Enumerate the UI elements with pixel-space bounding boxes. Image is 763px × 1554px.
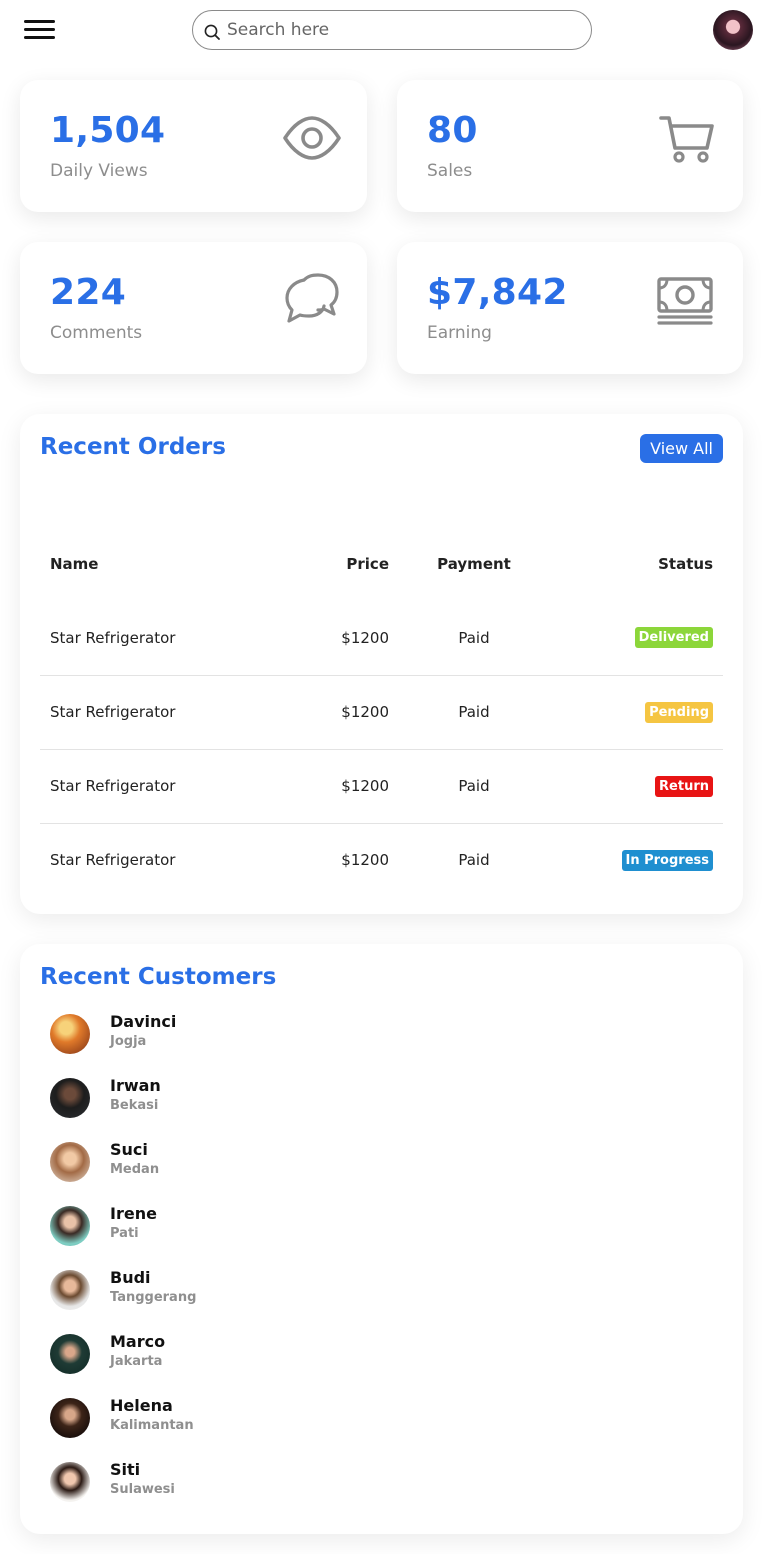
list-item[interactable]: Irwan Bekasi — [50, 1076, 450, 1128]
recent-customers-panel: Recent Customers Davinci Jogja Irwan Bek… — [20, 944, 743, 1534]
column-header-name: Name — [50, 555, 99, 573]
stat-value: 1,504 — [50, 110, 166, 151]
stat-label: Sales — [427, 161, 473, 181]
order-name: Star Refrigerator — [40, 601, 280, 676]
order-status-cell: Return — [559, 749, 723, 824]
column-header-price: Price — [346, 555, 389, 573]
list-item[interactable]: Marco Jakarta — [50, 1332, 450, 1384]
customer-city: Sulawesi — [110, 1482, 175, 1497]
search-icon — [204, 24, 220, 40]
search-input[interactable] — [227, 17, 577, 43]
stat-value: $7,842 — [427, 272, 568, 313]
stat-value: 224 — [50, 272, 127, 313]
list-item[interactable]: Helena Kalimantan — [50, 1396, 450, 1448]
avatar — [50, 1334, 90, 1374]
avatar — [50, 1398, 90, 1438]
order-status-cell: In Progress — [559, 823, 723, 897]
recent-orders-title: Recent Orders — [40, 434, 226, 460]
customer-name: Marco — [110, 1332, 166, 1351]
eye-icon — [283, 116, 341, 160]
stat-label: Earning — [427, 323, 492, 343]
stat-label: Comments — [50, 323, 143, 343]
table-row[interactable]: Star Refrigerator $1200 Paid Pending — [40, 675, 723, 750]
column-header-payment: Payment — [437, 555, 511, 573]
order-name: Star Refrigerator — [50, 851, 176, 870]
status-badge: Pending — [645, 701, 713, 723]
stat-card-sales: 80 Sales — [397, 80, 743, 212]
list-item[interactable]: Budi Tanggerang — [50, 1268, 450, 1320]
avatar — [50, 1142, 90, 1182]
order-price: $1200 — [280, 601, 389, 676]
customer-name: Helena — [110, 1396, 173, 1415]
avatar — [50, 1270, 90, 1310]
order-name: Star Refrigerator — [40, 749, 280, 824]
list-item[interactable]: Irene Pati — [50, 1204, 450, 1256]
stat-card-comments: 224 Comments — [20, 242, 367, 374]
table-row[interactable]: Star Refrigerator $1200 Paid Delivered — [40, 601, 723, 676]
list-item[interactable]: Davinci Jogja — [50, 1012, 450, 1064]
recent-orders-panel: Recent Orders View All Name Price Paymen… — [20, 414, 743, 914]
order-price: $1200 — [341, 851, 389, 870]
stat-value: 80 — [427, 110, 478, 151]
customer-city: Kalimantan — [110, 1418, 194, 1433]
customer-city: Medan — [110, 1162, 160, 1177]
order-payment: Paid — [458, 851, 490, 870]
status-badge: Return — [655, 775, 713, 797]
stat-label: Daily Views — [50, 161, 148, 181]
customer-name: Budi — [110, 1268, 151, 1287]
customer-city: Pati — [110, 1226, 139, 1241]
order-name: Star Refrigerator — [40, 675, 280, 750]
avatar — [50, 1014, 90, 1054]
order-status-cell: Pending — [559, 675, 723, 750]
order-payment: Paid — [389, 749, 559, 824]
status-badge: Delivered — [634, 627, 713, 649]
orders-table: Name Price Payment Status Star Refrigera… — [40, 527, 723, 897]
recent-customers-title: Recent Customers — [40, 964, 277, 990]
order-payment: Paid — [389, 675, 559, 750]
list-item[interactable]: Siti Sulawesi — [50, 1460, 450, 1512]
customer-name: Siti — [110, 1460, 141, 1479]
top-bar — [0, 0, 763, 60]
hamburger-menu-icon[interactable] — [24, 18, 56, 42]
avatar — [50, 1078, 90, 1118]
table-header-row: Name Price Payment Status — [40, 527, 723, 601]
order-price: $1200 — [280, 675, 389, 750]
customer-name: Davinci — [110, 1012, 177, 1031]
cash-icon — [657, 277, 713, 325]
user-avatar[interactable] — [713, 10, 753, 50]
view-all-button[interactable]: View All — [640, 434, 723, 463]
stat-card-daily-views: 1,504 Daily Views — [20, 80, 367, 212]
status-badge: In Progress — [621, 849, 713, 871]
table-row[interactable]: Star Refrigerator $1200 Paid In Progress — [40, 823, 723, 897]
customer-city: Jogja — [110, 1034, 147, 1049]
avatar — [50, 1206, 90, 1246]
order-payment: Paid — [389, 601, 559, 676]
table-row[interactable]: Star Refrigerator $1200 Paid Return — [40, 749, 723, 824]
order-status-cell: Delivered — [559, 601, 723, 676]
chat-bubbles-icon — [285, 273, 339, 323]
search-box[interactable] — [192, 10, 592, 50]
customer-name: Irwan — [110, 1076, 161, 1095]
customer-name: Irene — [110, 1204, 157, 1223]
order-price: $1200 — [280, 749, 389, 824]
customer-city: Tanggerang — [110, 1290, 197, 1305]
column-header-status: Status — [658, 555, 713, 573]
cart-icon — [659, 116, 714, 163]
stat-card-earning: $7,842 Earning — [397, 242, 743, 374]
customer-city: Jakarta — [110, 1354, 163, 1369]
customer-name: Suci — [110, 1140, 148, 1159]
list-item[interactable]: Suci Medan — [50, 1140, 450, 1192]
avatar — [50, 1462, 90, 1502]
customer-city: Bekasi — [110, 1098, 159, 1113]
